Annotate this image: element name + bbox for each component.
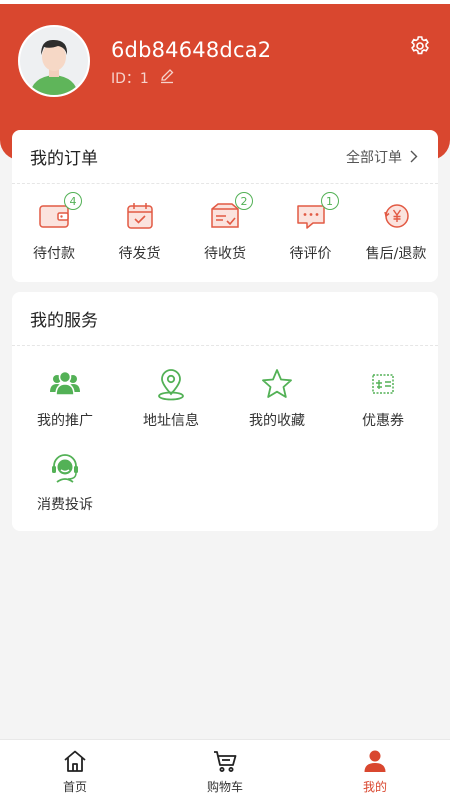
home-icon	[62, 748, 88, 774]
services-title: 我的服务	[30, 311, 98, 331]
order-item-label: 待收货	[204, 246, 246, 262]
service-item-favorites[interactable]: 我的收藏	[224, 366, 330, 450]
order-badge: 1	[320, 192, 339, 210]
location-pin-icon	[153, 366, 189, 402]
tab-cart[interactable]: 购物车	[150, 740, 300, 800]
service-item-promotion[interactable]: 我的推广	[12, 366, 118, 450]
chevron-right-icon	[410, 150, 418, 163]
wallet-icon: 4	[34, 192, 82, 236]
order-badge: 4	[64, 192, 82, 210]
tab-home[interactable]: 首页	[0, 740, 150, 800]
order-item-label: 待发货	[118, 246, 161, 262]
star-icon	[259, 366, 295, 402]
service-item-address[interactable]: 地址信息	[118, 366, 224, 450]
service-item-label: 我的收藏	[249, 413, 305, 429]
orders-title: 我的订单	[30, 149, 98, 169]
service-grid: 我的推广 地址信息 我的收藏 优惠券 消费投诉	[12, 346, 438, 534]
order-item-refund[interactable]: 售后/退款	[360, 196, 432, 263]
service-item-label: 我的推广	[37, 413, 93, 429]
service-item-complaint[interactable]: 消费投诉	[12, 450, 118, 534]
service-item-label: 地址信息	[143, 413, 199, 429]
tab-label: 我的	[362, 780, 387, 794]
tab-mine[interactable]: 我的	[300, 740, 450, 800]
headset-icon	[47, 450, 83, 486]
user-id-row: ID：1	[111, 68, 175, 88]
order-status-row: 4 待付款 待发货 2 待收货 1 待评价 售后/退款	[12, 184, 438, 263]
user-id: ID：1	[111, 71, 149, 87]
order-item-label: 待评价	[289, 246, 332, 262]
services-card: 我的服务 我的推广 地址信息 我的收藏 优惠券 消费投诉	[12, 292, 438, 531]
services-card-header: 我的服务	[12, 292, 438, 346]
status-strip	[0, 0, 450, 4]
tab-label: 购物车	[206, 780, 243, 794]
avatar[interactable]	[18, 25, 90, 97]
username: 6db84648dca2	[111, 38, 272, 62]
order-item-pending-shipment[interactable]: 待发货	[104, 196, 176, 263]
orders-card-header: 我的订单 全部订单	[12, 130, 438, 184]
order-item-pending-review[interactable]: 1 待评价	[275, 192, 347, 263]
order-badge: 2	[235, 192, 253, 210]
comment-icon: 1	[291, 192, 339, 236]
order-item-label: 售后/退款	[365, 246, 427, 262]
order-item-pending-payment[interactable]: 4 待付款	[18, 192, 90, 263]
coupon-icon	[365, 366, 401, 402]
order-item-label: 待付款	[33, 246, 75, 262]
tab-label: 首页	[62, 780, 87, 794]
all-orders-link[interactable]: 全部订单	[346, 147, 418, 167]
orders-card: 我的订单 全部订单 4 待付款 待发货 2 待收货 1 待评价 售后/退款	[12, 130, 438, 282]
cart-icon	[212, 748, 238, 774]
calendar-icon	[120, 196, 160, 236]
all-orders-label: 全部订单	[346, 149, 402, 166]
gear-icon[interactable]	[408, 34, 432, 58]
edit-icon[interactable]	[159, 68, 175, 88]
service-item-coupons[interactable]: 优惠券	[330, 366, 436, 450]
service-item-label: 优惠券	[362, 413, 404, 429]
bottom-tab-bar: 首页 购物车 我的	[0, 739, 450, 800]
user-icon	[362, 748, 388, 774]
delivery-box-icon: 2	[205, 192, 253, 236]
order-item-pending-receipt[interactable]: 2 待收货	[189, 192, 261, 263]
refund-icon	[376, 196, 416, 236]
service-item-label: 消费投诉	[37, 497, 93, 513]
users-icon	[47, 366, 83, 402]
